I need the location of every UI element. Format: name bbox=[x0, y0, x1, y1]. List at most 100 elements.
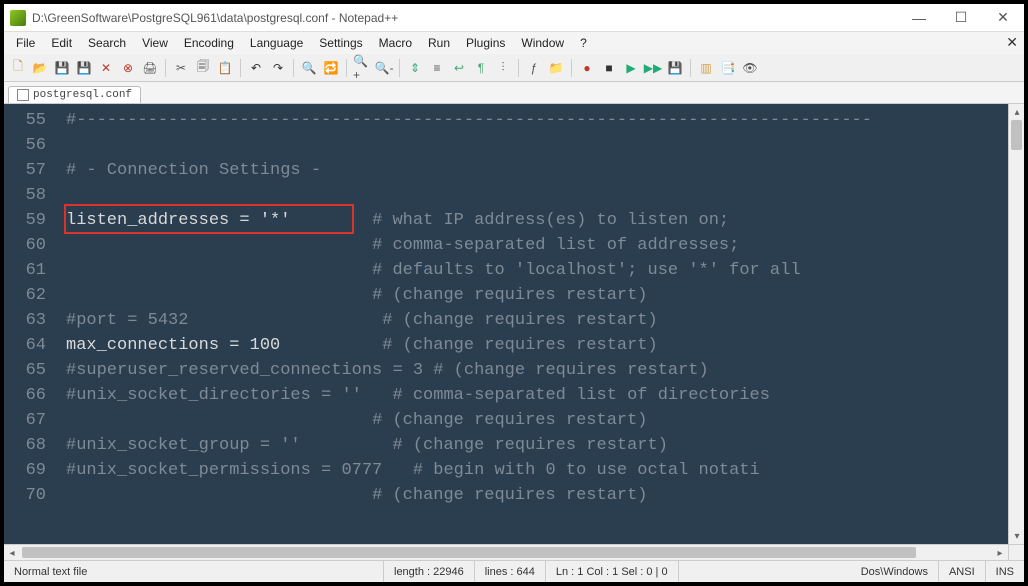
stop-icon[interactable]: ■ bbox=[599, 58, 619, 78]
sync-v-icon[interactable]: ⇕ bbox=[405, 58, 425, 78]
doc-list-icon[interactable]: 📑 bbox=[718, 58, 738, 78]
code-line[interactable]: listen_addresses = '*' # what IP address… bbox=[66, 208, 1008, 233]
horizontal-scrollbar[interactable]: ◂ ▸ bbox=[4, 544, 1008, 560]
undo-icon[interactable]: ↶ bbox=[246, 58, 266, 78]
redo-icon[interactable]: ↷ bbox=[268, 58, 288, 78]
toolbar-separator bbox=[518, 59, 519, 77]
line-number: 55 bbox=[4, 108, 56, 133]
scroll-left-icon[interactable]: ◂ bbox=[4, 545, 20, 560]
tab-label: postgresql.conf bbox=[33, 89, 132, 101]
tabbar: postgresql.conf bbox=[4, 82, 1024, 104]
code-area[interactable]: #---------------------------------------… bbox=[66, 108, 1008, 508]
menu-plugins[interactable]: Plugins bbox=[458, 34, 513, 52]
code-line[interactable]: #unix_socket_group = '' # (change requir… bbox=[66, 433, 1008, 458]
print-icon[interactable]: 🖨 bbox=[140, 58, 160, 78]
cut-icon[interactable]: ✂ bbox=[171, 58, 191, 78]
toolbar-separator bbox=[293, 59, 294, 77]
secondary-close-icon[interactable]: ✕ bbox=[1006, 34, 1018, 51]
hscroll-thumb[interactable] bbox=[22, 547, 916, 558]
play-multi-icon[interactable]: ▶▶ bbox=[643, 58, 663, 78]
play-icon[interactable]: ▶ bbox=[621, 58, 641, 78]
code-line[interactable]: # - Connection Settings - bbox=[66, 158, 1008, 183]
menu-language[interactable]: Language bbox=[242, 34, 311, 52]
menu-view[interactable]: View bbox=[134, 34, 176, 52]
app-icon bbox=[10, 10, 26, 26]
tab-postgresql-conf[interactable]: postgresql.conf bbox=[8, 86, 141, 103]
line-number: 68 bbox=[4, 433, 56, 458]
record-icon[interactable]: ● bbox=[577, 58, 597, 78]
editor[interactable]: 55565758596061626364656667686970 #------… bbox=[4, 104, 1024, 560]
menu-edit[interactable]: Edit bbox=[43, 34, 80, 52]
paste-icon[interactable]: 📋 bbox=[215, 58, 235, 78]
code-line[interactable]: #unix_socket_directories = '' # comma-se… bbox=[66, 383, 1008, 408]
code-line[interactable]: #unix_socket_permissions = 0777 # begin … bbox=[66, 458, 1008, 483]
line-number: 58 bbox=[4, 183, 56, 208]
minimize-button[interactable]: — bbox=[898, 4, 940, 32]
code-line[interactable]: # (change requires restart) bbox=[66, 283, 1008, 308]
save-icon[interactable]: 💾 bbox=[52, 58, 72, 78]
replace-icon[interactable]: 🔁 bbox=[321, 58, 341, 78]
find-icon[interactable]: 🔍 bbox=[299, 58, 319, 78]
zoom-out-icon[interactable]: 🔍- bbox=[374, 58, 394, 78]
code-line[interactable]: # defaults to 'localhost'; use '*' for a… bbox=[66, 258, 1008, 283]
code-line[interactable] bbox=[66, 183, 1008, 208]
code-line[interactable]: max_connections = 100 # (change requires… bbox=[66, 333, 1008, 358]
copy-icon[interactable]: 🗐 bbox=[193, 58, 213, 78]
line-number: 59 bbox=[4, 208, 56, 233]
word-wrap-icon[interactable]: ↩ bbox=[449, 58, 469, 78]
window-title: D:\GreenSoftware\PostgreSQL961\data\post… bbox=[32, 11, 398, 25]
menu-file[interactable]: File bbox=[8, 34, 43, 52]
close-file-icon[interactable]: ✕ bbox=[96, 58, 116, 78]
status-insert-mode: INS bbox=[986, 561, 1024, 582]
scroll-corner bbox=[1008, 544, 1024, 560]
save-macro-icon[interactable]: 💾 bbox=[665, 58, 685, 78]
status-length: length : 22946 bbox=[384, 561, 475, 582]
menu-run[interactable]: Run bbox=[420, 34, 458, 52]
line-number: 65 bbox=[4, 358, 56, 383]
code-line[interactable]: #---------------------------------------… bbox=[66, 108, 1008, 133]
maximize-button[interactable]: ☐ bbox=[940, 4, 982, 32]
line-number: 56 bbox=[4, 133, 56, 158]
line-number: 69 bbox=[4, 458, 56, 483]
close-all-icon[interactable]: ⊗ bbox=[118, 58, 138, 78]
scroll-up-icon[interactable]: ▴ bbox=[1009, 104, 1024, 120]
code-line[interactable]: #port = 5432 # (change requires restart) bbox=[66, 308, 1008, 333]
code-line[interactable]: # (change requires restart) bbox=[66, 408, 1008, 433]
scroll-down-icon[interactable]: ▾ bbox=[1009, 528, 1024, 544]
code-line[interactable]: # comma-separated list of addresses; bbox=[66, 233, 1008, 258]
status-eol: Dos\Windows bbox=[851, 561, 939, 582]
menu-encoding[interactable]: Encoding bbox=[176, 34, 242, 52]
menu-window[interactable]: Window bbox=[513, 34, 572, 52]
line-number: 70 bbox=[4, 483, 56, 508]
code-line[interactable]: #superuser_reserved_connections = 3 # (c… bbox=[66, 358, 1008, 383]
menu-help[interactable]: ? bbox=[572, 34, 595, 52]
monitor-icon[interactable]: 👁 bbox=[740, 58, 760, 78]
line-number: 60 bbox=[4, 233, 56, 258]
line-gutter: 55565758596061626364656667686970 bbox=[4, 108, 56, 508]
status-lines: lines : 644 bbox=[475, 561, 546, 582]
menu-macro[interactable]: Macro bbox=[371, 34, 420, 52]
toolbar-separator bbox=[240, 59, 241, 77]
scroll-right-icon[interactable]: ▸ bbox=[992, 545, 1008, 560]
open-file-icon[interactable]: 📂 bbox=[30, 58, 50, 78]
toolbar: 🗋📂💾💾✕⊗🖨✂🗐📋↶↷🔍🔁🔍+🔍-⇕≡↩¶⫶ƒ📁●■▶▶▶💾▥📑👁 bbox=[4, 54, 1024, 82]
indent-guide-icon[interactable]: ⫶ bbox=[493, 58, 513, 78]
zoom-in-icon[interactable]: 🔍+ bbox=[352, 58, 372, 78]
close-button[interactable]: ✕ bbox=[982, 4, 1024, 32]
code-line[interactable]: # (change requires restart) bbox=[66, 483, 1008, 508]
doc-map-icon[interactable]: ▥ bbox=[696, 58, 716, 78]
vertical-scrollbar[interactable]: ▴ ▾ bbox=[1008, 104, 1024, 544]
menu-settings[interactable]: Settings bbox=[311, 34, 370, 52]
toolbar-separator bbox=[690, 59, 691, 77]
folder-icon[interactable]: 📁 bbox=[546, 58, 566, 78]
status-position: Ln : 1 Col : 1 Sel : 0 | 0 bbox=[546, 561, 679, 582]
show-all-chars-icon[interactable]: ¶ bbox=[471, 58, 491, 78]
code-line[interactable] bbox=[66, 133, 1008, 158]
function-list-icon[interactable]: ƒ bbox=[524, 58, 544, 78]
save-all-icon[interactable]: 💾 bbox=[74, 58, 94, 78]
new-file-icon[interactable]: 🗋 bbox=[8, 58, 28, 78]
line-number: 67 bbox=[4, 408, 56, 433]
vscroll-thumb[interactable] bbox=[1011, 120, 1022, 150]
menu-search[interactable]: Search bbox=[80, 34, 134, 52]
sync-h-icon[interactable]: ≡ bbox=[427, 58, 447, 78]
